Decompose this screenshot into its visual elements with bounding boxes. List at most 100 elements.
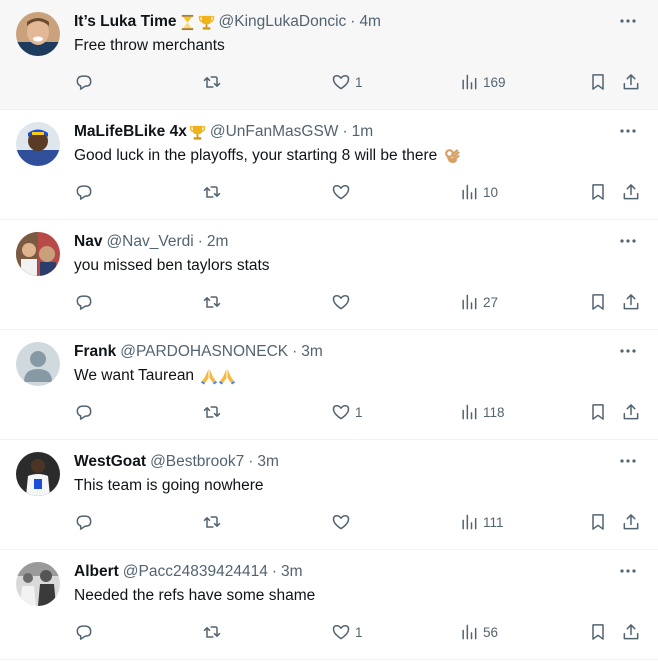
more-options-icon[interactable] — [617, 12, 639, 30]
views-button[interactable]: 56 — [459, 622, 498, 642]
more-options-icon[interactable] — [617, 342, 639, 360]
user-handle[interactable]: @Pacc24839424414 — [123, 563, 268, 581]
display-name[interactable]: WestGoat — [74, 453, 146, 471]
reply-icon — [76, 405, 92, 420]
timestamp[interactable]: 3m — [301, 343, 323, 361]
tweet-header: Nav @Nav_Verdi · 2m — [74, 231, 608, 253]
views-icon — [462, 294, 477, 310]
tweet[interactable]: WestGoat @Bestbrook7 · 3m This team is g… — [0, 440, 658, 550]
retweet-button[interactable] — [202, 402, 222, 422]
reply-icon — [76, 295, 92, 310]
reply-icon — [76, 515, 92, 530]
retweet-button[interactable] — [202, 512, 222, 532]
like-button[interactable] — [331, 182, 355, 202]
retweet-button[interactable] — [202, 72, 222, 92]
user-handle[interactable]: @KingLukaDoncic — [219, 13, 347, 31]
reply-icon — [76, 625, 92, 640]
tweet-text: This team is going nowhere — [74, 475, 638, 497]
reply-icon — [76, 75, 92, 90]
like-button[interactable] — [331, 292, 355, 312]
bookmark-button[interactable] — [588, 182, 608, 202]
heart-icon — [332, 405, 350, 420]
bookmark-icon — [592, 514, 604, 530]
like-count: 1 — [355, 624, 363, 640]
avatar[interactable] — [16, 232, 60, 276]
tweet-header: MaLifeBLike 4x @UnFanMasGSW · 1m — [74, 121, 608, 143]
bookmark-button[interactable] — [588, 402, 608, 422]
timestamp[interactable]: 2m — [207, 233, 229, 251]
views-button[interactable]: 118 — [459, 402, 505, 422]
tweet[interactable]: It’s Luka Time @KingLukaDoncic · 4m Free… — [0, 0, 658, 110]
reply-button[interactable] — [74, 292, 94, 312]
avatar[interactable] — [16, 12, 60, 56]
views-button[interactable]: 27 — [459, 292, 498, 312]
share-button[interactable] — [621, 512, 641, 532]
tweet-header: Albert @Pacc24839424414 · 3m — [74, 561, 608, 583]
bookmark-button[interactable] — [588, 622, 608, 642]
user-handle[interactable]: @Nav_Verdi — [106, 233, 193, 251]
tweet-text-content: Good luck in the playoffs, your starting… — [74, 147, 438, 164]
tweet[interactable]: Nav @Nav_Verdi · 2m you missed ben taylo… — [0, 220, 658, 330]
bookmark-button[interactable] — [588, 512, 608, 532]
user-handle[interactable]: @Bestbrook7 — [150, 453, 244, 471]
separator-dot: · — [350, 13, 356, 30]
bookmark-button[interactable] — [588, 292, 608, 312]
retweet-button[interactable] — [202, 292, 222, 312]
share-button[interactable] — [621, 402, 641, 422]
retweet-icon — [203, 516, 221, 528]
reply-button[interactable] — [74, 72, 94, 92]
like-button[interactable] — [331, 512, 355, 532]
avatar[interactable] — [16, 342, 60, 386]
retweet-button[interactable] — [202, 622, 222, 642]
display-name[interactable]: Nav — [74, 233, 102, 251]
avatar[interactable] — [16, 562, 60, 606]
timestamp[interactable]: 1m — [352, 123, 374, 141]
views-button[interactable]: 169 — [459, 72, 506, 92]
views-icon — [462, 74, 477, 90]
tweet[interactable]: Albert @Pacc24839424414 · 3m Needed the … — [0, 550, 658, 660]
like-button[interactable]: 1 — [331, 622, 363, 642]
tweet-text-content: Free throw merchants — [74, 37, 225, 54]
bookmark-button[interactable] — [588, 72, 608, 92]
share-icon — [623, 514, 639, 530]
timestamp[interactable]: 3m — [281, 563, 303, 581]
like-button[interactable]: 1 — [331, 402, 363, 422]
display-name[interactable]: It’s Luka Time — [74, 13, 177, 31]
reply-button[interactable] — [74, 622, 94, 642]
tweet-actions: 10 — [0, 174, 658, 210]
reply-button[interactable] — [74, 512, 94, 532]
tweet[interactable]: MaLifeBLike 4x @UnFanMasGSW · 1m Good lu… — [0, 110, 658, 220]
more-options-icon[interactable] — [617, 232, 639, 250]
more-options-icon[interactable] — [617, 452, 639, 470]
more-options-icon[interactable] — [617, 122, 639, 140]
reply-button[interactable] — [74, 182, 94, 202]
praying-hands-icon — [218, 367, 236, 385]
timestamp[interactable]: 3m — [257, 453, 279, 471]
retweet-button[interactable] — [202, 182, 222, 202]
share-button[interactable] — [621, 622, 641, 642]
user-handle[interactable]: @UnFanMasGSW — [210, 123, 339, 141]
share-button[interactable] — [621, 292, 641, 312]
like-button[interactable]: 1 — [331, 72, 363, 92]
display-name[interactable]: MaLifeBLike 4x — [74, 123, 187, 141]
views-button[interactable]: 111 — [459, 512, 504, 532]
display-name[interactable]: Frank — [74, 343, 116, 361]
more-options-icon[interactable] — [617, 562, 639, 580]
timestamp[interactable]: 4m — [359, 13, 381, 31]
tweet-actions: 111 — [0, 504, 658, 540]
display-name[interactable]: Albert — [74, 563, 119, 581]
retweet-icon — [203, 626, 221, 638]
share-button[interactable] — [621, 182, 641, 202]
reply-button[interactable] — [74, 402, 94, 422]
tweet[interactable]: Frank @PARDOHASNONECK · 3m We want Taure… — [0, 330, 658, 440]
user-handle[interactable]: @PARDOHASNONECK — [120, 343, 288, 361]
views-button[interactable]: 10 — [459, 182, 498, 202]
tweet-text-content: This team is going nowhere — [74, 477, 264, 494]
heart-icon — [332, 295, 350, 310]
share-icon — [623, 404, 639, 420]
share-icon — [623, 184, 639, 200]
share-button[interactable] — [621, 72, 641, 92]
avatar[interactable] — [16, 122, 60, 166]
tweet-text-content: Needed the refs have some shame — [74, 587, 316, 604]
avatar[interactable] — [16, 452, 60, 496]
